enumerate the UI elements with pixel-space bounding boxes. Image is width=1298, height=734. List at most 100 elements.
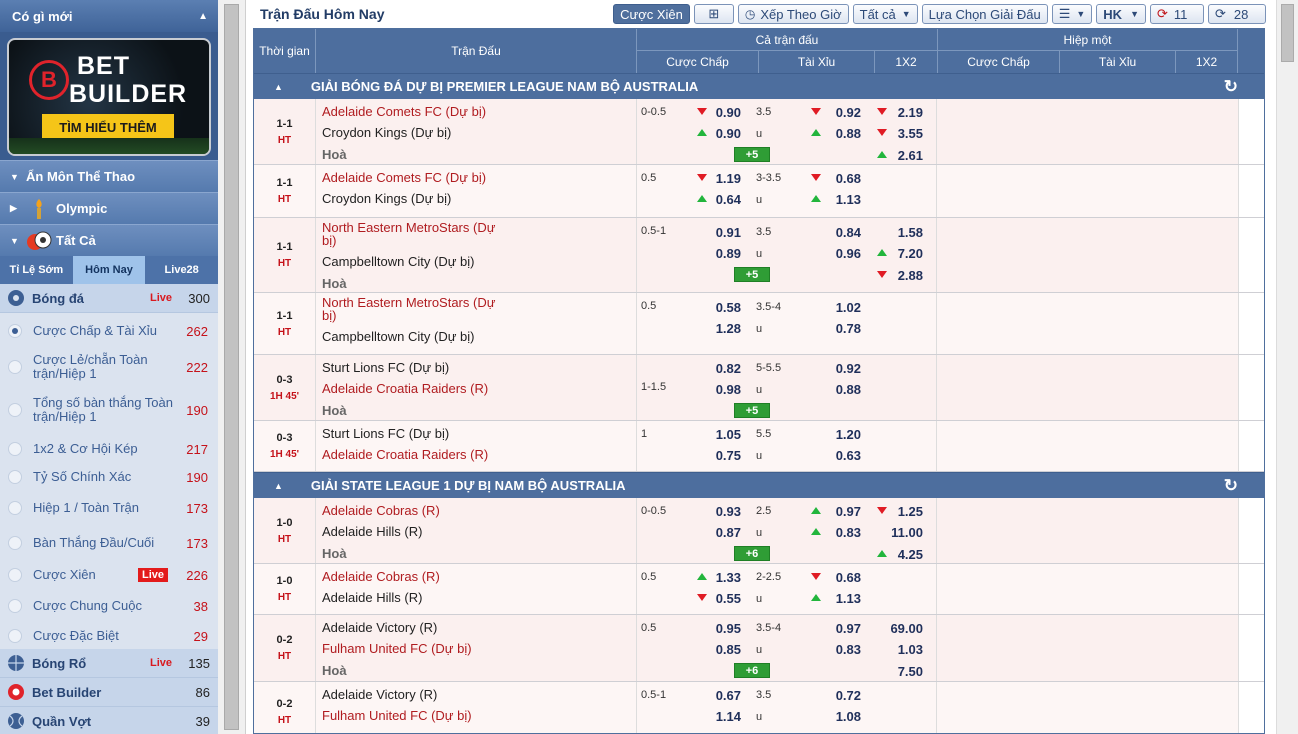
home-team[interactable]: North Eastern MetroStars (Dự bị) [322,221,512,247]
radio-button[interactable] [8,568,22,582]
under-odds[interactable]: 0.83 [817,525,861,540]
over-odds[interactable]: 0.92 [817,105,861,120]
home-team[interactable]: Sturt Lions FC (Dự bị) [322,427,562,440]
handicap-home-odds[interactable]: 0.95 [697,621,741,636]
scrollbar-thumb[interactable] [224,4,239,730]
handicap-home-odds[interactable]: 0.67 [697,688,741,703]
handicap-away-odds[interactable]: 0.89 [697,246,741,261]
more-markets-button[interactable]: +6 [734,546,770,561]
market-item[interactable]: Cược Xiên Live 226 [0,561,218,589]
radio-button[interactable] [8,442,22,456]
filter-dropdown[interactable]: Tất cả ▼ [852,4,918,24]
tab-early[interactable]: Tỉ Lệ Sớm [0,256,73,284]
under-odds[interactable]: 0.63 [817,448,861,463]
under-odds[interactable]: 0.83 [817,642,861,657]
market-item[interactable]: Tổng số bàn thắng Toàn trận/Hiệp 1 190 [0,385,218,435]
handicap-home-odds[interactable]: 0.82 [697,361,741,376]
home-win-odds[interactable]: 69.00 [877,621,923,636]
over-odds[interactable]: 0.68 [817,570,861,585]
refresh-icon[interactable]: ↻ [1224,476,1238,496]
sport-football[interactable]: Bóng đá Live 300 [0,284,218,313]
market-item[interactable]: 1x2 & Cơ Hội Kép 217 [0,435,218,463]
league-header[interactable]: ▲ GIẢI STATE LEAGUE 1 DỰ BỊ NAM BỘ AUSTRA… [254,472,1264,498]
radio-button[interactable] [8,403,22,417]
home-team[interactable]: Adelaide Comets FC (Dự bị) [322,105,562,118]
market-item[interactable]: Cược Đặc Biệt 29 [0,623,218,649]
hide-sports-toggle[interactable]: ▼ Ẩn Môn Thể Thao [0,160,218,192]
over-odds[interactable]: 0.97 [817,621,861,636]
view-mode-dropdown[interactable]: ☰ ▼ [1051,4,1093,24]
over-odds[interactable]: 0.84 [817,225,861,240]
away-team[interactable]: Adelaide Hills (R) [322,525,562,538]
learn-more-button[interactable]: TÌM HIỂU THÊM [42,114,174,140]
radio-button[interactable] [8,470,22,484]
handicap-away-odds[interactable]: 0.87 [697,525,741,540]
tab-live[interactable]: Live28 [145,256,218,284]
more-markets-button[interactable]: +5 [734,267,770,282]
home-win-odds[interactable]: 1.58 [877,225,923,240]
handicap-home-odds[interactable]: 0.93 [697,504,741,519]
away-team[interactable]: Fulham United FC (Dự bị) [322,642,562,655]
league-header[interactable]: ▲ GIẢI BÓNG ĐÁ DỰ BỊ PREMIER LEAGUE NAM B… [254,73,1264,99]
radio-button[interactable] [8,599,22,613]
away-team[interactable]: Adelaide Hills (R) [322,591,562,604]
home-team[interactable]: Adelaide Cobras (R) [322,504,562,517]
market-item[interactable]: Cược Chấp & Tài Xỉu 262 [0,313,218,349]
away-win-odds[interactable]: 11.00 [877,525,923,540]
over-odds[interactable]: 0.68 [817,171,861,186]
handicap-home-odds[interactable]: 0.58 [697,300,741,315]
handicap-away-odds[interactable]: 1.28 [697,321,741,336]
away-win-odds[interactable]: 1.03 [877,642,923,657]
home-team[interactable]: Sturt Lions FC (Dự bị) [322,361,562,374]
handicap-home-odds[interactable]: 1.05 [697,427,741,442]
more-markets-button[interactable]: +5 [734,147,770,162]
draw-odds[interactable]: 7.50 [877,664,923,679]
sport-item[interactable]: Bóng Rổ Live 135 [0,649,218,678]
all-sports-section[interactable]: ▼ Tất Cả [0,224,218,256]
market-item[interactable]: Hiệp 1 / Toàn Trận 173 [0,491,218,525]
tab-today[interactable]: Hôm Nay [72,256,146,284]
handicap-away-odds[interactable]: 0.75 [697,448,741,463]
over-odds[interactable]: 1.20 [817,427,861,442]
handicap-away-odds[interactable]: 0.85 [697,642,741,657]
handicap-away-odds[interactable]: 1.14 [697,709,741,724]
away-team[interactable]: Campbelltown City (Dự bị) [322,255,562,268]
refresh-live-button[interactable]: ⟳ 11 [1150,4,1204,24]
collapse-up-icon[interactable]: ▲ [198,11,208,22]
whats-new-header[interactable]: Có gì mới ▲ [0,0,218,32]
radio-button[interactable] [8,324,22,338]
radio-button[interactable] [8,536,22,550]
odds-type-dropdown[interactable]: HK ▼ [1096,4,1146,24]
home-team[interactable]: Adelaide Cobras (R) [322,570,562,583]
under-odds[interactable]: 0.88 [817,126,861,141]
handicap-away-odds[interactable]: 0.98 [697,382,741,397]
away-team[interactable]: Adelaide Croatia Raiders (R) [322,382,562,395]
league-select-button[interactable]: Lựa Chọn Giải Đấu [921,4,1048,24]
sidebar-scrollbar[interactable] [218,0,246,734]
under-odds[interactable]: 1.13 [817,192,861,207]
over-odds[interactable]: 0.97 [817,504,861,519]
more-markets-button[interactable]: +6 [734,663,770,678]
add-button[interactable]: ⊞ [693,4,734,24]
page-scrollbar[interactable] [1276,0,1298,734]
away-team[interactable]: Croydon Kings (Dự bị) [322,126,562,139]
under-odds[interactable]: 0.96 [817,246,861,261]
parlay-button[interactable]: Cược Xiên [613,4,690,24]
market-item[interactable]: Cược Lẻ/chẵn Toàn trận/Hiệp 1 222 [0,349,218,385]
away-team[interactable]: Fulham United FC (Dự bị) [322,709,562,722]
over-odds[interactable]: 1.02 [817,300,861,315]
collapse-up-icon[interactable]: ▲ [274,481,283,491]
olympic-section[interactable]: ▶ Olympic [0,192,218,224]
away-team[interactable]: Croydon Kings (Dự bị) [322,192,562,205]
market-item[interactable]: Bàn Thắng Đầu/Cuối 173 [0,525,218,561]
sport-item[interactable]: Bet Builder 86 [0,678,218,707]
under-odds[interactable]: 1.13 [817,591,861,606]
more-markets-button[interactable]: +5 [734,403,770,418]
under-odds[interactable]: 1.08 [817,709,861,724]
home-team[interactable]: Adelaide Comets FC (Dự bị) [322,171,562,184]
home-team[interactable]: Adelaide Victory (R) [322,688,562,701]
bet-builder-banner[interactable]: B BET BUILDER TÌM HIỂU THÊM [7,38,211,156]
radio-button[interactable] [8,629,22,643]
under-odds[interactable]: 0.78 [817,321,861,336]
sort-by-time-button[interactable]: ◷ Xếp Theo Giờ [737,4,849,24]
